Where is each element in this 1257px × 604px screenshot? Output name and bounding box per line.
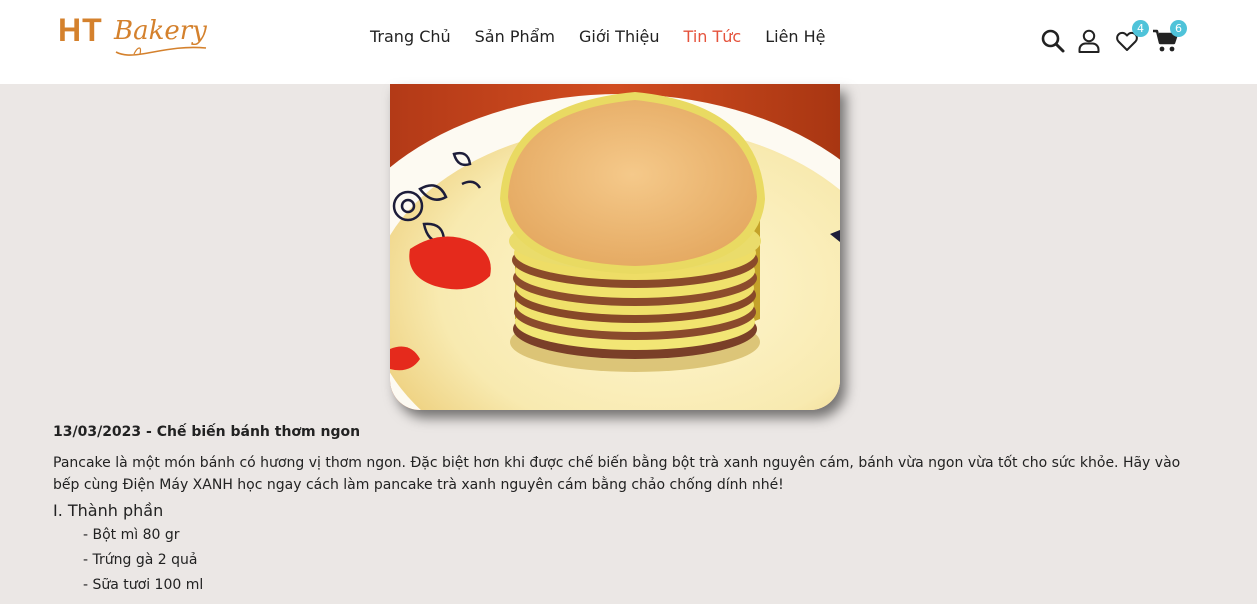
nav-contact[interactable]: Liên Hệ: [765, 27, 825, 46]
cart-count-badge: 6: [1170, 20, 1187, 37]
section-title-ingredients: I. Thành phần: [53, 501, 164, 520]
logo-swash-icon: [115, 46, 207, 56]
list-item: - Trứng gà 2 quả: [83, 552, 198, 568]
pancake-illustration: [390, 84, 840, 410]
article-intro: Pancake là một món bánh có hương vị thơm…: [53, 455, 1181, 493]
nav-products[interactable]: Sản Phẩm: [475, 27, 555, 46]
article-hero-image: [390, 84, 840, 410]
site-logo[interactable]: HT Bakery: [58, 12, 213, 64]
search-icon[interactable]: [1040, 28, 1066, 54]
nav-home[interactable]: Trang Chủ: [370, 27, 451, 46]
nav-about[interactable]: Giới Thiệu: [579, 27, 660, 46]
wishlist-button[interactable]: 4: [1114, 20, 1149, 54]
article-meta: 13/03/2023 - Chế biến bánh thơm ngon: [53, 424, 361, 440]
ingredients-list: - Bột mì 80 gr - Trứng gà 2 quả - Sữa tư…: [83, 525, 203, 600]
user-icon[interactable]: [1076, 28, 1102, 54]
logo-ht: HT: [58, 12, 103, 48]
wishlist-count-badge: 4: [1132, 20, 1149, 37]
site-header: HT Bakery Trang Chủ Sản Phẩm Giới Thiệu …: [0, 0, 1257, 84]
list-item: - Sữa tươi 100 ml: [83, 577, 204, 593]
list-item: - Bột mì 80 gr: [83, 527, 180, 543]
cart-button[interactable]: 6: [1152, 20, 1187, 54]
nav-news[interactable]: Tin Tức: [684, 27, 742, 46]
main-nav: Trang Chủ Sản Phẩm Giới Thiệu Tin Tức Li…: [370, 27, 826, 46]
header-actions: 4 6: [1038, 20, 1188, 58]
